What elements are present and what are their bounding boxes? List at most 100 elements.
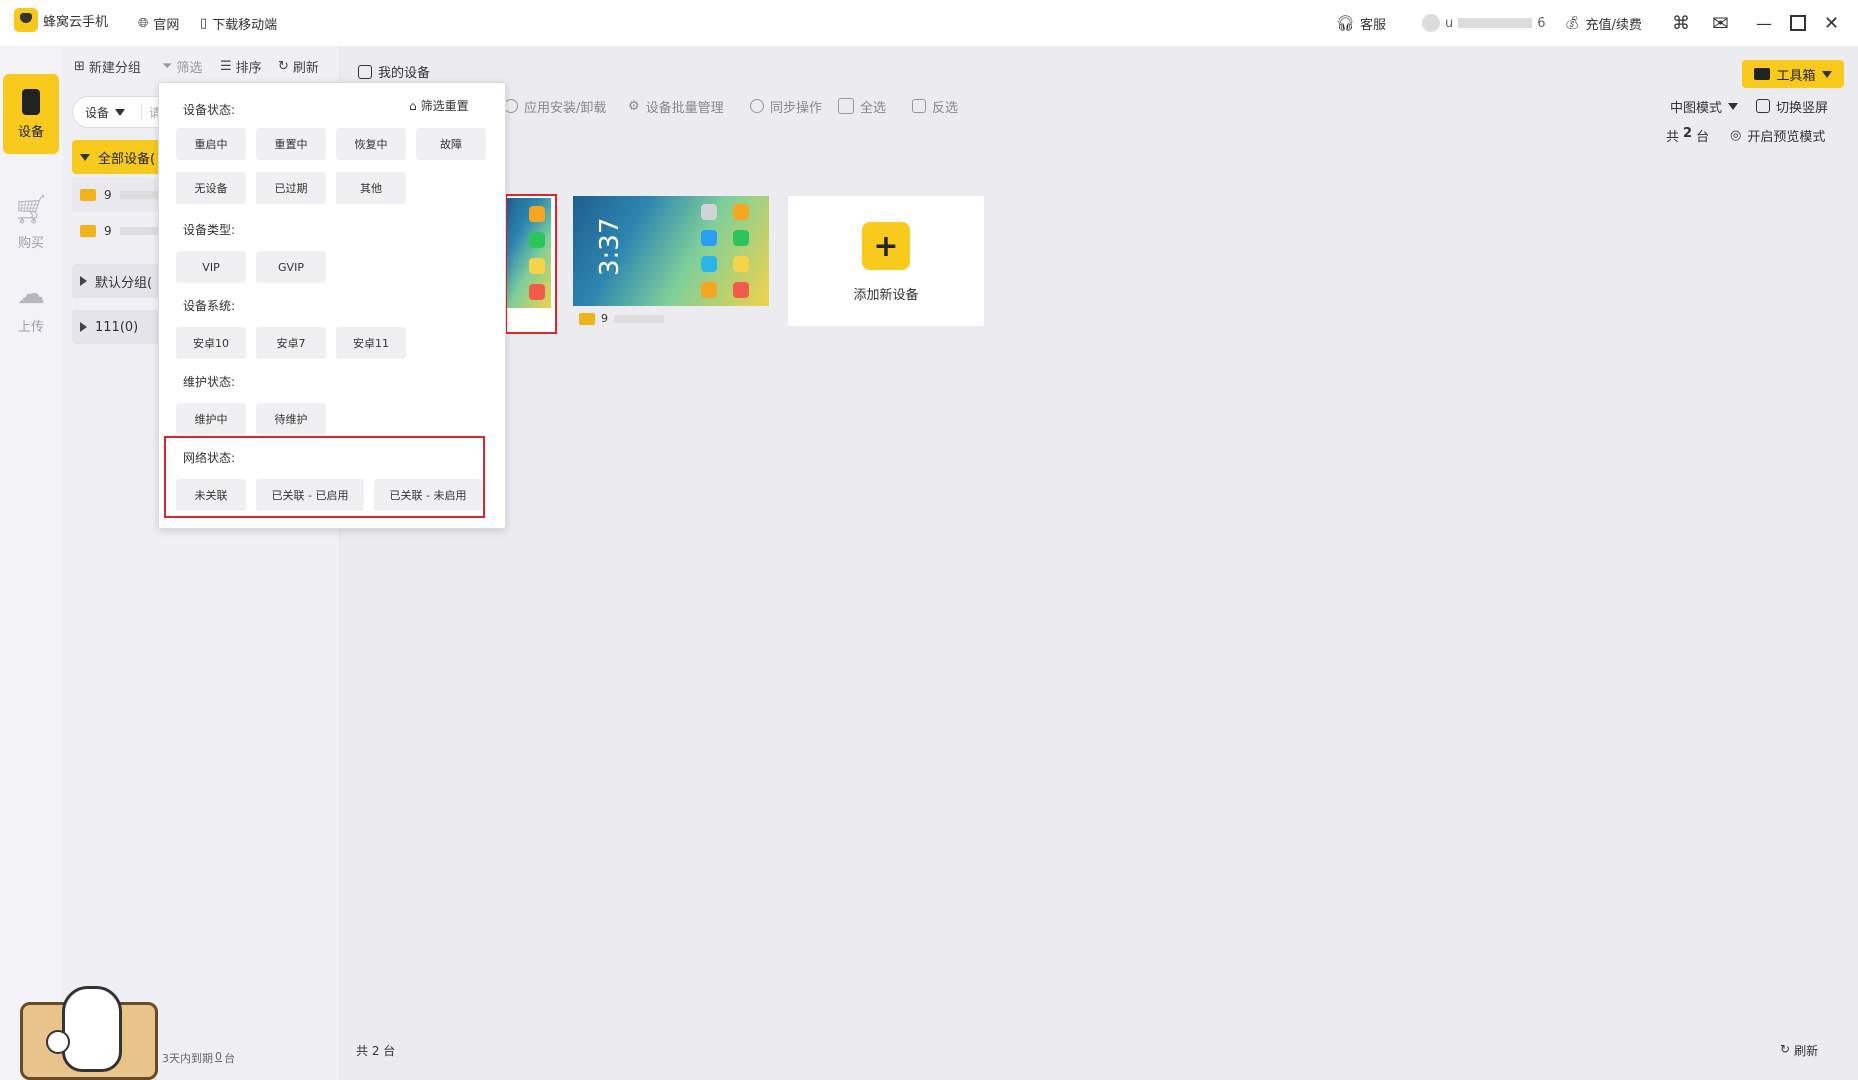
footer-refresh-label: 刷新 [1794,1044,1819,1058]
expiry-count: 0 [215,1050,222,1063]
rabbit-shape [62,986,122,1072]
my-devices-tab[interactable]: 我的设备 [358,62,430,81]
user-id-tail: 6 [1537,15,1546,31]
add-device-card[interactable]: + 添加新设备 [788,196,984,326]
search-type-select[interactable]: 设备 [85,104,126,121]
sync-op-label: 同步操作 [770,100,823,116]
rail-upload[interactable]: ☁︎ 上传 [0,266,62,346]
chip-vip[interactable]: VIP [176,251,246,283]
invert-selection-button[interactable]: 反选 [912,96,958,116]
headset-icon: 🎧︎ [1336,14,1356,32]
toggle-orientation-button[interactable]: 切换竖屏 [1756,96,1828,116]
rail-buy-label: 购买 [17,236,44,251]
chip-android7[interactable]: 安卓7 [256,327,326,359]
money-bag-icon: 💰︎ [1564,15,1581,31]
filter-label: 筛选 [176,60,203,76]
install-uninstall-label: 应用安装/卸载 [524,100,607,116]
title-bar: 蜂窝云手机 🌐︎ 官网 ▯ 下载移动端 🎧︎ 客服 u 6 💰︎ 充值/续费 ⌘… [0,0,1858,46]
new-group-button[interactable]: ⊞ 新建分组 [74,56,141,76]
chip-other[interactable]: 其他 [336,172,406,204]
chip-android11[interactable]: 安卓11 [336,327,406,359]
batch-manage-button[interactable]: ⚙︎ 设备批量管理 [628,96,724,116]
recharge-label: 充值/续费 [1585,17,1642,33]
group-111-label: 111(0) [95,319,139,335]
refresh-icon: ↻ [278,58,289,74]
sort-label: 排序 [235,60,262,76]
preview-mode-toggle[interactable]: ◎ 开启预览模式 [1730,126,1825,145]
select-all-label: 全选 [860,100,887,116]
preview-mode-label: 开启预览模式 [1747,130,1826,145]
rail-upload-label: 上传 [17,320,44,335]
sort-icon: ☰ [220,58,232,74]
sync-op-radio[interactable]: 同步操作 [750,96,822,116]
app-icon [529,206,545,222]
chip-linked-disabled[interactable]: 已关联 - 未启用 [374,479,482,511]
filter-button[interactable]: ⏷ 筛选 [162,56,202,76]
device-clock: 3:37 [595,217,625,276]
refresh-icon: ↻ [1780,1042,1791,1056]
rail-buy[interactable]: 🛒︎ 购买 [0,182,62,262]
chip-restarting[interactable]: 重启中 [176,128,246,160]
gift-icon[interactable]: ⌘ [1672,13,1690,34]
user-account[interactable]: u 6 [1422,13,1546,33]
device-card[interactable]: 3:37 9 [573,196,769,336]
chip-android10[interactable]: 安卓10 [176,327,246,359]
chevron-down-icon [1821,70,1832,78]
app-logo-group: 蜂窝云手机 [14,8,108,32]
chip-resetting[interactable]: 重置中 [256,128,326,160]
total-count: 2 [1683,126,1693,141]
rotate-screen-icon [1756,99,1770,113]
chip-linked-enabled[interactable]: 已关联 - 已启用 [256,479,364,511]
chip-not-linked[interactable]: 未关联 [176,479,246,511]
device-card-name: 9 [601,312,608,325]
mail-icon[interactable]: ✉︎ [1712,11,1729,35]
device-card-selected[interactable] [505,194,557,334]
section-label-maintenance: 维护状态: [183,375,236,389]
close-icon[interactable]: ✕ [1824,13,1839,34]
recharge-button[interactable]: 💰︎ 充值/续费 [1564,13,1642,33]
app-icon [701,230,717,246]
filter-reset-button[interactable]: ⌂ 筛选重置 [409,97,469,114]
chip-no-device[interactable]: 无设备 [176,172,246,204]
chip-expired[interactable]: 已过期 [256,172,326,204]
chip-gvip[interactable]: GVIP [256,251,326,283]
minimize-icon[interactable]: — [1756,13,1772,33]
toolbox-button[interactable]: 工具箱 [1742,60,1844,88]
maximize-icon[interactable] [1790,13,1806,33]
cloud-upload-icon: ☁︎ [17,277,45,310]
checkbox-icon [838,98,854,114]
view-mode-select[interactable]: 中图模式 [1670,96,1739,116]
install-uninstall-button[interactable]: 应用安装/卸载 [504,96,606,116]
funnel-icon: ⏷ [162,58,173,74]
sort-button[interactable]: ☰ 排序 [220,56,262,76]
app-logo-icon [14,8,38,32]
view-mode-label: 中图模式 [1670,100,1723,116]
expiry-label: 3天内到期 [162,1052,213,1065]
vip-crown-icon [579,312,595,325]
app-icon [733,204,749,220]
chip-maintaining[interactable]: 维护中 [176,403,246,435]
footer-refresh-button[interactable]: ↻ 刷新 [1780,1042,1818,1059]
chip-restoring[interactable]: 恢复中 [336,128,406,160]
plus-icon: + [862,222,910,270]
chip-fault[interactable]: 故障 [416,128,486,160]
select-all-checkbox[interactable]: 全选 [838,96,886,116]
device-icon [22,88,40,115]
app-icon [701,256,717,272]
download-mobile-link[interactable]: ▯ 下载移动端 [200,13,277,33]
app-icon [733,282,749,298]
app-icon [529,232,545,248]
chip-pending-maintenance[interactable]: 待维护 [256,403,326,435]
mascot-image[interactable] [16,982,158,1080]
device-screen [507,198,551,308]
official-site-link[interactable]: 🌐︎ 官网 [138,13,179,33]
group-all-label: 全部设备( [98,151,156,167]
phone-icon [358,64,372,79]
footer-total: 共 2 台 [356,1044,396,1058]
device-card-label: 9 [579,312,664,325]
rail-devices[interactable]: 设备 [3,74,59,154]
refresh-button[interactable]: ↻ 刷新 [278,56,319,76]
filter-popup: ⌂ 筛选重置 设备状态: 重启中 重置中 恢复中 故障 无设备 已过期 其他 设… [158,82,506,529]
customer-service-button[interactable]: 🎧︎ 客服 [1336,13,1386,33]
device-row-name: 9 [104,188,112,202]
